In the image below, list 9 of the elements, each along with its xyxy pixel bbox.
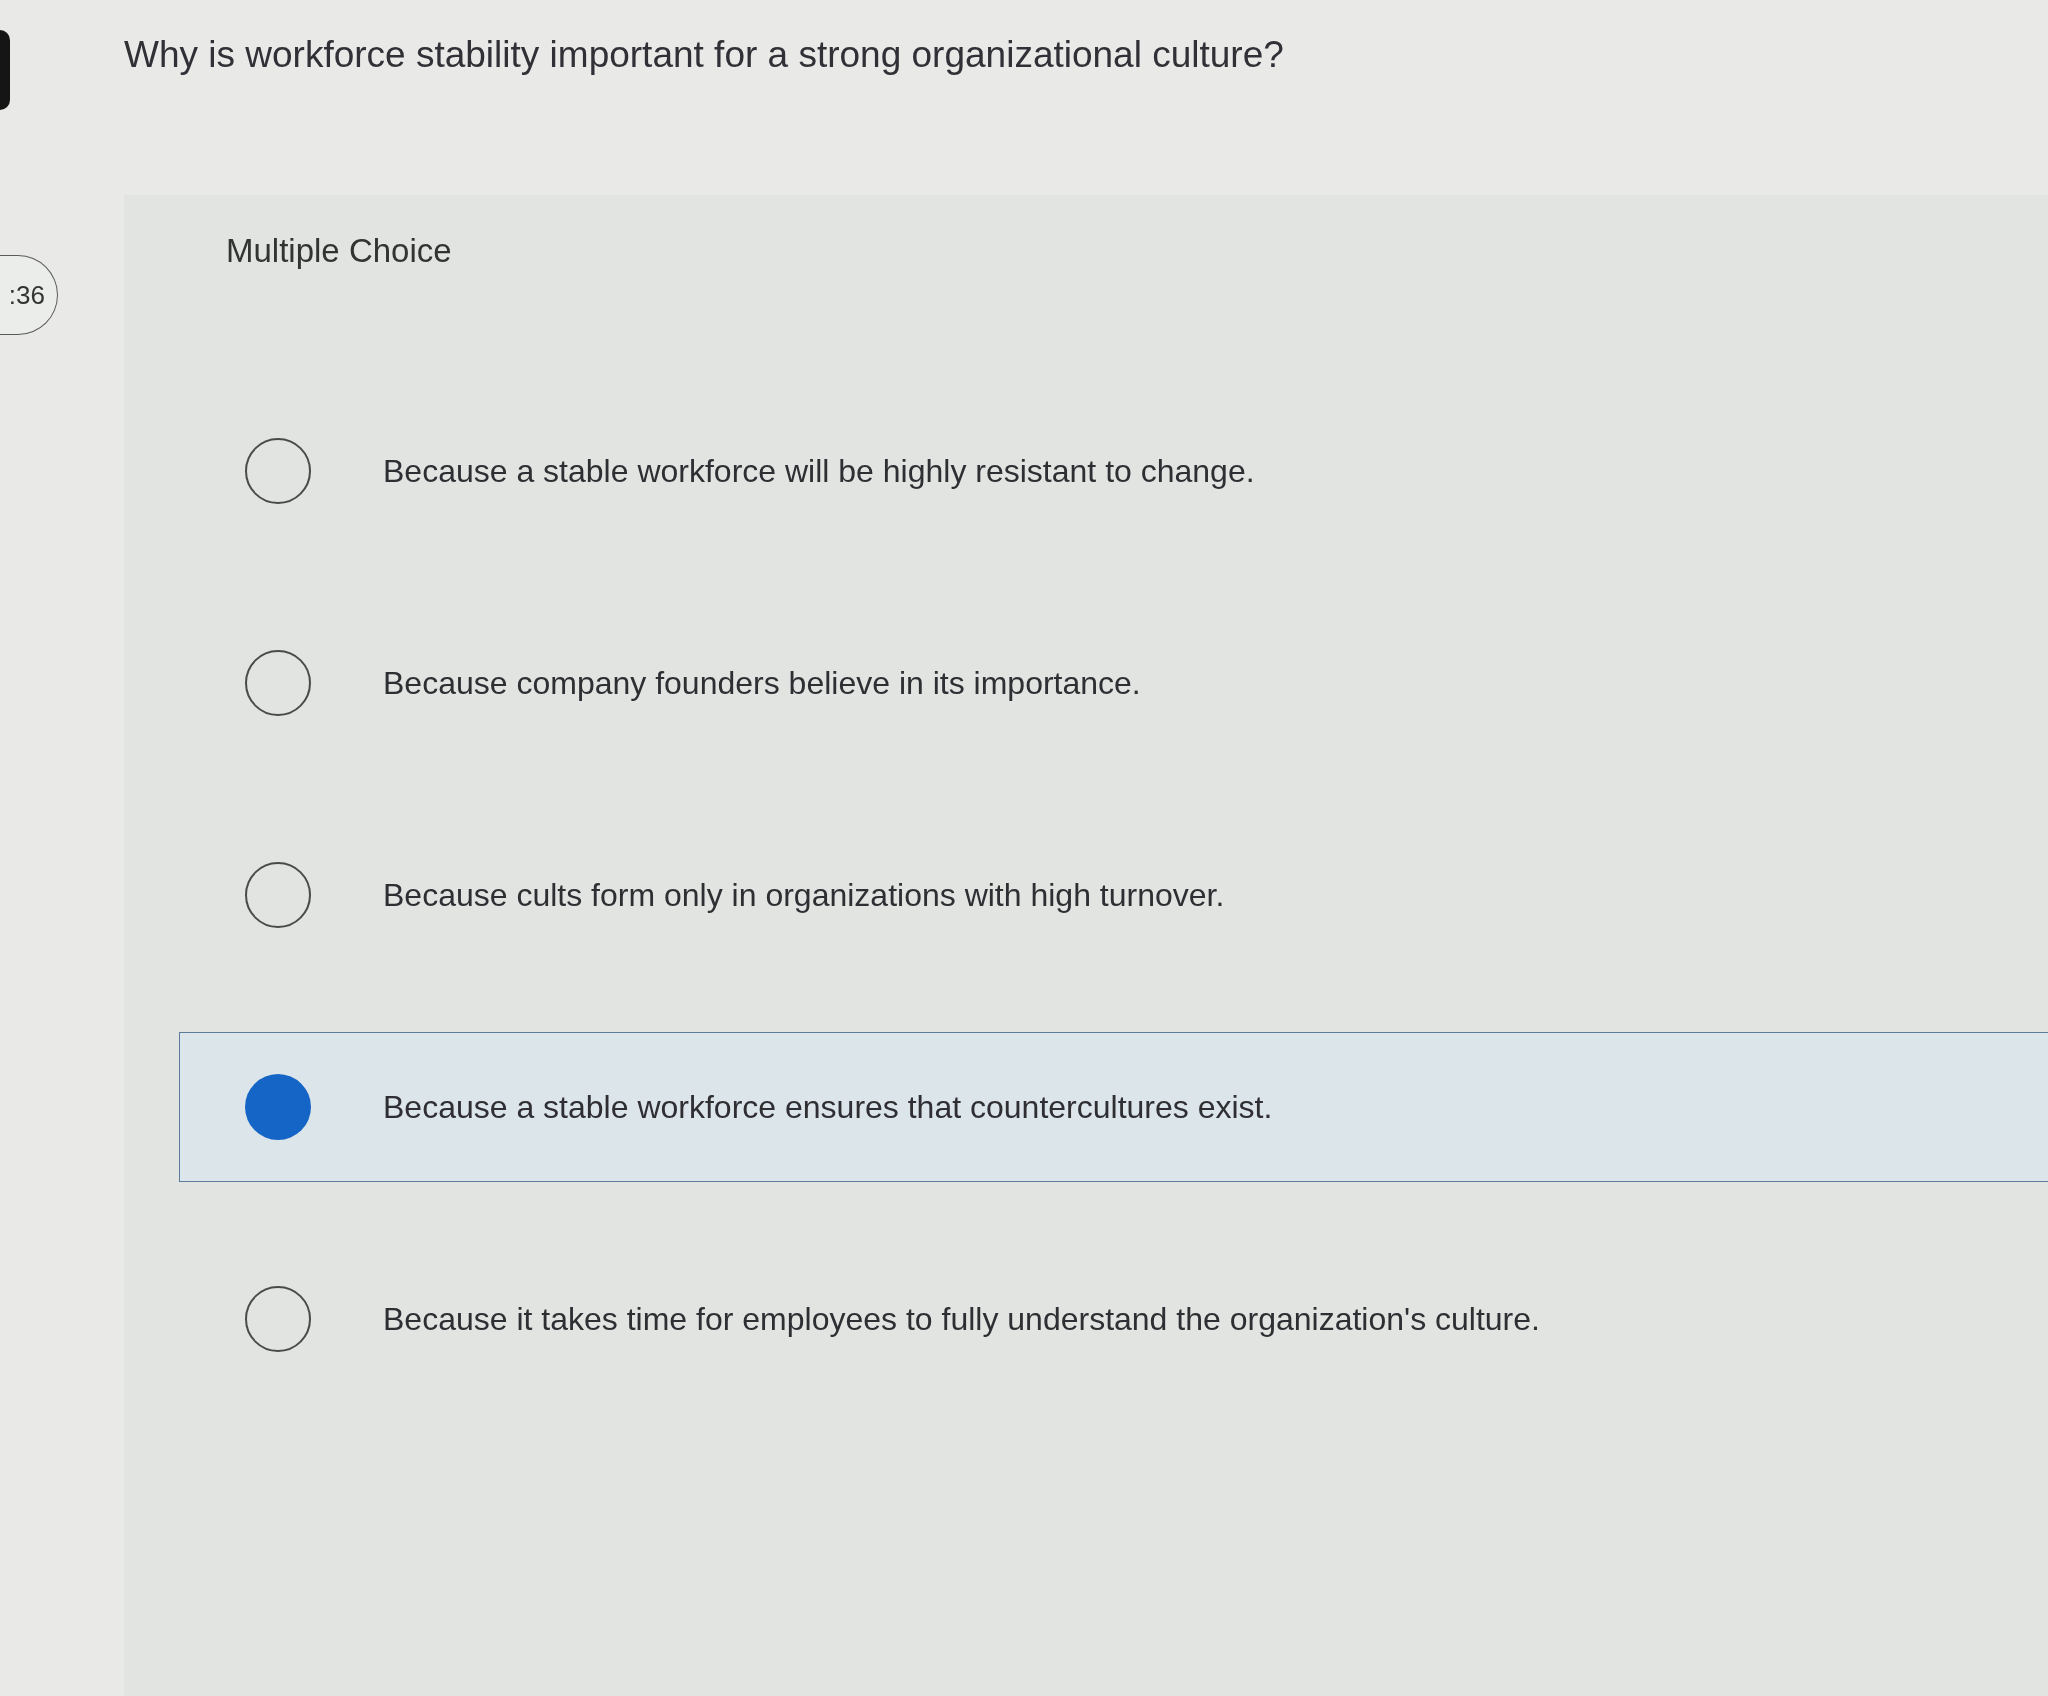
- answer-option[interactable]: Because a stable workforce ensures that countercultures exist.: [179, 1032, 2048, 1182]
- dark-shape-icon: [0, 30, 10, 110]
- answer-option[interactable]: Because company founders believe in its importance.: [179, 608, 2048, 758]
- question-text: Why is workforce stability important for a strong organizational culture?: [124, 33, 1284, 77]
- question-type-label: Multiple Choice: [226, 231, 452, 271]
- answer-option[interactable]: Because cults form only in organizations with high turnover.: [179, 820, 2048, 970]
- answer-option[interactable]: Because it takes time for employees to fully understand the organization's culture.: [179, 1244, 2048, 1394]
- timer: :36: [0, 255, 58, 335]
- answer-option[interactable]: Because a stable workforce will be highly resistant to change.: [179, 396, 2048, 546]
